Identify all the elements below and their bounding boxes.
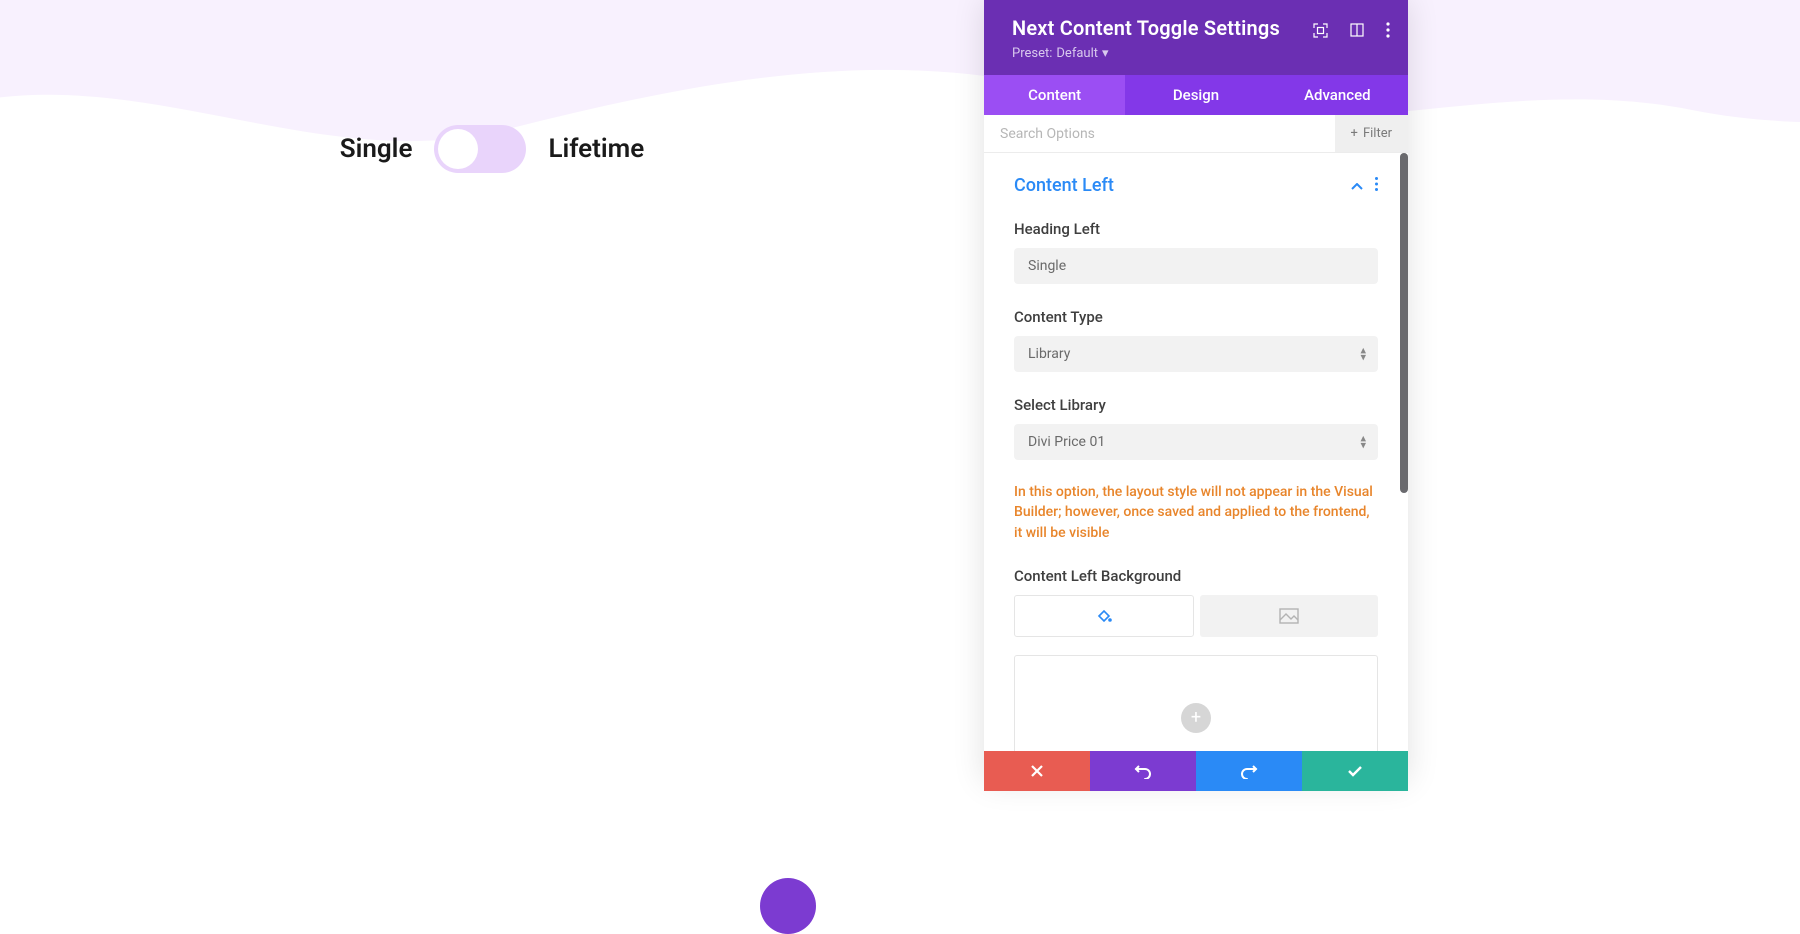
preset-value: Default bbox=[1056, 46, 1098, 61]
select-library-label: Select Library bbox=[1014, 396, 1378, 414]
heading-left-label: Heading Left bbox=[1014, 220, 1378, 238]
tab-content[interactable]: Content bbox=[984, 75, 1125, 115]
settings-panel: Next Content Toggle Settings Preset: Def… bbox=[984, 0, 1408, 782]
cancel-button[interactable] bbox=[984, 751, 1090, 791]
heading-left-input[interactable] bbox=[1014, 248, 1378, 284]
close-icon bbox=[1030, 764, 1044, 778]
field-background: Content Left Background bbox=[1014, 567, 1378, 782]
filter-label: Filter bbox=[1363, 126, 1392, 141]
panel-body: Content Left Heading Left Con bbox=[984, 153, 1408, 782]
undo-button[interactable] bbox=[1090, 751, 1196, 791]
settings-tabs: Content Design Advanced bbox=[984, 75, 1408, 115]
builder-fab[interactable] bbox=[760, 878, 816, 934]
panel-header: Next Content Toggle Settings Preset: Def… bbox=[984, 0, 1408, 75]
background-label: Content Left Background bbox=[1014, 567, 1378, 585]
search-input[interactable] bbox=[984, 126, 1335, 142]
undo-icon bbox=[1134, 763, 1152, 779]
section-header[interactable]: Content Left bbox=[1014, 175, 1378, 196]
filter-button[interactable]: + Filter bbox=[1335, 115, 1408, 152]
section-content-left: Content Left Heading Left Con bbox=[984, 153, 1408, 782]
content-toggle-module: Single Lifetime bbox=[0, 125, 984, 173]
toggle-label-right: Lifetime bbox=[548, 134, 644, 164]
paint-bucket-icon bbox=[1095, 607, 1113, 625]
field-content-type: Content Type Library ▴▾ bbox=[1014, 308, 1378, 372]
preset-label: Preset: bbox=[1012, 46, 1052, 61]
expand-icon[interactable] bbox=[1350, 23, 1364, 37]
toggle-label-left: Single bbox=[340, 134, 413, 164]
save-button[interactable] bbox=[1302, 751, 1408, 791]
section-more-icon[interactable] bbox=[1375, 176, 1378, 195]
image-icon bbox=[1279, 608, 1299, 624]
field-select-library: Select Library Divi Price 01 ▴▾ bbox=[1014, 396, 1378, 460]
more-icon[interactable] bbox=[1386, 22, 1390, 38]
section-title: Content Left bbox=[1014, 175, 1114, 196]
snap-icon[interactable] bbox=[1313, 23, 1328, 38]
warning-text: In this option, the layout style will no… bbox=[1014, 482, 1378, 543]
plus-icon: + bbox=[1351, 126, 1358, 141]
toggle-switch[interactable] bbox=[434, 125, 526, 173]
content-type-label: Content Type bbox=[1014, 308, 1378, 326]
canvas: Single Lifetime bbox=[0, 0, 1800, 916]
field-heading-left: Heading Left bbox=[1014, 220, 1378, 284]
preset-selector[interactable]: Preset: Default ▾ bbox=[1012, 46, 1388, 61]
search-row: + Filter bbox=[984, 115, 1408, 153]
bg-tab-image[interactable] bbox=[1200, 595, 1378, 637]
redo-button[interactable] bbox=[1196, 751, 1302, 791]
chevron-up-icon[interactable] bbox=[1351, 176, 1363, 195]
tab-advanced[interactable]: Advanced bbox=[1267, 75, 1408, 115]
content-type-select[interactable]: Library bbox=[1014, 336, 1378, 372]
toggle-knob bbox=[438, 129, 478, 169]
footer-actions bbox=[984, 751, 1408, 791]
scrollbar[interactable] bbox=[1400, 153, 1408, 493]
select-library-select[interactable]: Divi Price 01 bbox=[1014, 424, 1378, 460]
chevron-down-icon: ▾ bbox=[1102, 46, 1109, 61]
bg-tab-color[interactable] bbox=[1014, 595, 1194, 637]
check-icon bbox=[1347, 765, 1363, 777]
add-background-button[interactable]: + bbox=[1181, 703, 1211, 733]
redo-icon bbox=[1240, 763, 1258, 779]
tab-design[interactable]: Design bbox=[1125, 75, 1266, 115]
